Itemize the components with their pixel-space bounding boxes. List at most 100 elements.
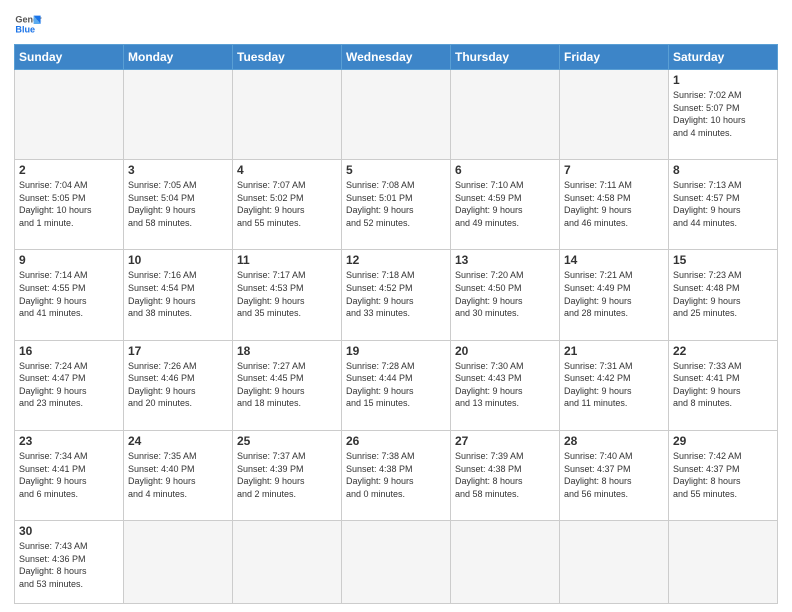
calendar-day-cell: 29Sunrise: 7:42 AMSunset: 4:37 PMDayligh…: [669, 430, 778, 520]
day-number: 4: [237, 163, 337, 177]
day-number: 16: [19, 344, 119, 358]
day-info: Sunrise: 7:05 AMSunset: 5:04 PMDaylight:…: [128, 179, 228, 229]
day-info: Sunrise: 7:20 AMSunset: 4:50 PMDaylight:…: [455, 269, 555, 319]
day-of-week-header: Monday: [124, 45, 233, 70]
calendar-week-row: 23 Sunrise: 7:34 AMSunset: 4:41 PMDayligh…: [15, 430, 778, 520]
calendar-week-row: 30 Sunrise: 7:43 AMSunset: 4:36 PMDayligh…: [15, 521, 778, 604]
day-number: 17: [128, 344, 228, 358]
svg-text:Blue: Blue: [15, 24, 35, 34]
calendar-day-cell: 3 Sunrise: 7:05 AMSunset: 5:04 PMDaylight…: [124, 160, 233, 250]
day-info: Sunrise: 7:23 AMSunset: 4:48 PMDaylight:…: [673, 269, 773, 319]
day-number: 21: [564, 344, 664, 358]
calendar-day-cell: [124, 521, 233, 604]
day-number: 14: [564, 253, 664, 267]
day-number: 6: [455, 163, 555, 177]
calendar-day-cell: [233, 521, 342, 604]
day-number: 15: [673, 253, 773, 267]
calendar-day-cell: 1Sunrise: 7:02 AMSunset: 5:07 PMDaylight…: [669, 70, 778, 160]
calendar-day-cell: 10Sunrise: 7:16 AMSunset: 4:54 PMDayligh…: [124, 250, 233, 340]
calendar-day-cell: 23 Sunrise: 7:34 AMSunset: 4:41 PMDayligh…: [15, 430, 124, 520]
calendar-day-cell: 28 Sunrise: 7:40 AMSunset: 4:37 PMDayligh…: [560, 430, 669, 520]
day-number: 24: [128, 434, 228, 448]
day-number: 30: [19, 524, 119, 538]
calendar-day-cell: 7 Sunrise: 7:11 AMSunset: 4:58 PMDaylight…: [560, 160, 669, 250]
calendar-day-cell: 9Sunrise: 7:14 AMSunset: 4:55 PMDaylight…: [15, 250, 124, 340]
calendar-day-cell: 25 Sunrise: 7:37 AMSunset: 4:39 PMDayligh…: [233, 430, 342, 520]
calendar-day-cell: [124, 70, 233, 160]
day-info: Sunrise: 7:07 AMSunset: 5:02 PMDaylight:…: [237, 179, 337, 229]
day-info: Sunrise: 7:10 AMSunset: 4:59 PMDaylight:…: [455, 179, 555, 229]
day-number: 1: [673, 73, 773, 87]
calendar-day-cell: 2 Sunrise: 7:04 AMSunset: 5:05 PMDaylight…: [15, 160, 124, 250]
calendar-day-cell: [451, 521, 560, 604]
day-number: 23: [19, 434, 119, 448]
day-info: Sunrise: 7:34 AMSunset: 4:41 PMDaylight:…: [19, 450, 119, 500]
day-number: 11: [237, 253, 337, 267]
day-number: 7: [564, 163, 664, 177]
day-info: Sunrise: 7:37 AMSunset: 4:39 PMDaylight:…: [237, 450, 337, 500]
day-info: Sunrise: 7:31 AMSunset: 4:42 PMDaylight:…: [564, 360, 664, 410]
day-number: 20: [455, 344, 555, 358]
calendar-day-cell: [342, 521, 451, 604]
day-info: Sunrise: 7:35 AMSunset: 4:40 PMDaylight:…: [128, 450, 228, 500]
calendar-day-cell: [15, 70, 124, 160]
calendar-day-cell: 22 Sunrise: 7:33 AMSunset: 4:41 PMDayligh…: [669, 340, 778, 430]
calendar-day-cell: 30 Sunrise: 7:43 AMSunset: 4:36 PMDayligh…: [15, 521, 124, 604]
calendar-day-cell: [560, 521, 669, 604]
calendar-day-cell: 24 Sunrise: 7:35 AMSunset: 4:40 PMDayligh…: [124, 430, 233, 520]
day-number: 22: [673, 344, 773, 358]
day-number: 8: [673, 163, 773, 177]
day-of-week-header: Thursday: [451, 45, 560, 70]
calendar-day-cell: 26 Sunrise: 7:38 AMSunset: 4:38 PMDayligh…: [342, 430, 451, 520]
calendar-table: SundayMondayTuesdayWednesdayThursdayFrid…: [14, 44, 778, 604]
day-info: Sunrise: 7:21 AMSunset: 4:49 PMDaylight:…: [564, 269, 664, 319]
calendar-week-row: 1Sunrise: 7:02 AMSunset: 5:07 PMDaylight…: [15, 70, 778, 160]
calendar-day-cell: 16Sunrise: 7:24 AMSunset: 4:47 PMDayligh…: [15, 340, 124, 430]
day-of-week-header: Friday: [560, 45, 669, 70]
day-info: Sunrise: 7:08 AMSunset: 5:01 PMDaylight:…: [346, 179, 446, 229]
calendar-day-cell: [669, 521, 778, 604]
day-of-week-header: Tuesday: [233, 45, 342, 70]
day-number: 9: [19, 253, 119, 267]
day-of-week-header: Wednesday: [342, 45, 451, 70]
day-number: 13: [455, 253, 555, 267]
day-number: 5: [346, 163, 446, 177]
day-info: Sunrise: 7:11 AMSunset: 4:58 PMDaylight:…: [564, 179, 664, 229]
day-number: 18: [237, 344, 337, 358]
calendar-day-cell: [560, 70, 669, 160]
day-info: Sunrise: 7:28 AMSunset: 4:44 PMDaylight:…: [346, 360, 446, 410]
logo: General Blue: [14, 10, 42, 38]
calendar-week-row: 16Sunrise: 7:24 AMSunset: 4:47 PMDayligh…: [15, 340, 778, 430]
calendar-day-cell: 8 Sunrise: 7:13 AMSunset: 4:57 PMDaylight…: [669, 160, 778, 250]
day-number: 3: [128, 163, 228, 177]
day-info: Sunrise: 7:40 AMSunset: 4:37 PMDaylight:…: [564, 450, 664, 500]
day-info: Sunrise: 7:26 AMSunset: 4:46 PMDaylight:…: [128, 360, 228, 410]
page-header: General Blue: [14, 10, 778, 38]
day-number: 2: [19, 163, 119, 177]
day-info: Sunrise: 7:38 AMSunset: 4:38 PMDaylight:…: [346, 450, 446, 500]
calendar-day-cell: 27Sunrise: 7:39 AMSunset: 4:38 PMDayligh…: [451, 430, 560, 520]
calendar-day-cell: 18 Sunrise: 7:27 AMSunset: 4:45 PMDayligh…: [233, 340, 342, 430]
day-info: Sunrise: 7:18 AMSunset: 4:52 PMDaylight:…: [346, 269, 446, 319]
calendar-day-cell: 6 Sunrise: 7:10 AMSunset: 4:59 PMDaylight…: [451, 160, 560, 250]
calendar-day-cell: 21 Sunrise: 7:31 AMSunset: 4:42 PMDayligh…: [560, 340, 669, 430]
calendar-day-cell: [342, 70, 451, 160]
day-number: 25: [237, 434, 337, 448]
calendar-day-cell: 19Sunrise: 7:28 AMSunset: 4:44 PMDayligh…: [342, 340, 451, 430]
day-info: Sunrise: 7:43 AMSunset: 4:36 PMDaylight:…: [19, 540, 119, 590]
calendar-day-cell: 12 Sunrise: 7:18 AMSunset: 4:52 PMDayligh…: [342, 250, 451, 340]
day-info: Sunrise: 7:13 AMSunset: 4:57 PMDaylight:…: [673, 179, 773, 229]
calendar-header-row: SundayMondayTuesdayWednesdayThursdayFrid…: [15, 45, 778, 70]
day-info: Sunrise: 7:33 AMSunset: 4:41 PMDaylight:…: [673, 360, 773, 410]
calendar-day-cell: 15 Sunrise: 7:23 AMSunset: 4:48 PMDayligh…: [669, 250, 778, 340]
day-info: Sunrise: 7:04 AMSunset: 5:05 PMDaylight:…: [19, 179, 119, 229]
day-number: 12: [346, 253, 446, 267]
day-info: Sunrise: 7:27 AMSunset: 4:45 PMDaylight:…: [237, 360, 337, 410]
calendar-week-row: 2 Sunrise: 7:04 AMSunset: 5:05 PMDaylight…: [15, 160, 778, 250]
day-info: Sunrise: 7:39 AMSunset: 4:38 PMDaylight:…: [455, 450, 555, 500]
calendar-day-cell: 17 Sunrise: 7:26 AMSunset: 4:46 PMDayligh…: [124, 340, 233, 430]
day-number: 26: [346, 434, 446, 448]
calendar-day-cell: 13 Sunrise: 7:20 AMSunset: 4:50 PMDayligh…: [451, 250, 560, 340]
day-number: 28: [564, 434, 664, 448]
day-info: Sunrise: 7:42 AMSunset: 4:37 PMDaylight:…: [673, 450, 773, 500]
